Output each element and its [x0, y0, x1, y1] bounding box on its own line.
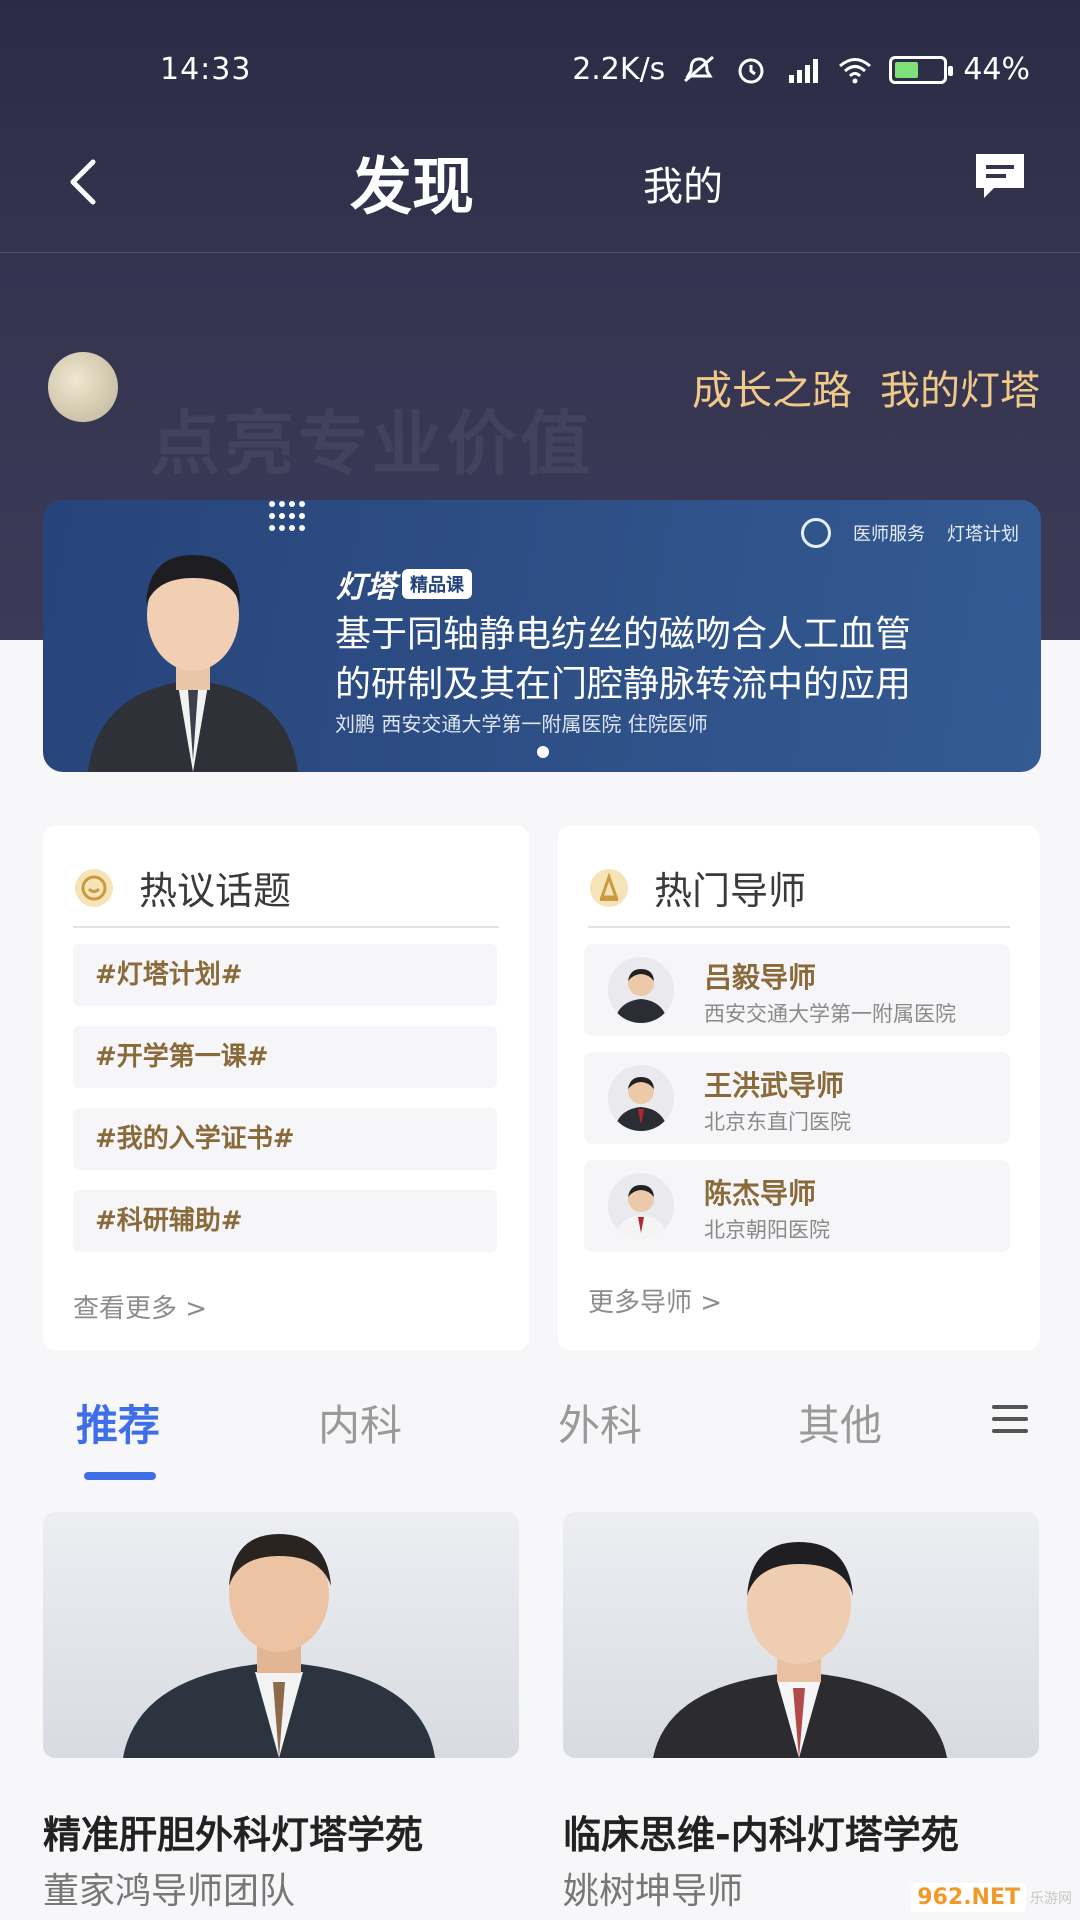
course-team: 姚树坤导师 — [563, 1871, 744, 1912]
network-speed: 2.2K/s — [572, 52, 666, 87]
lighthouse-plan-logo: 灯塔计划 — [947, 524, 1019, 545]
user-avatar[interactable] — [48, 352, 118, 422]
mentor-avatar — [608, 1065, 674, 1131]
doctor-service-logo: 医师服务 — [853, 524, 925, 545]
banner-title: 基于同轴静电纺丝的磁吻合人工血管 的研制及其在门腔静脉转流中的应用 — [335, 610, 1025, 710]
mentor-hospital: 北京朝阳医院 — [704, 1218, 830, 1242]
active-tab-indicator — [84, 1472, 156, 1480]
brand-tag: 精品课 — [402, 569, 472, 599]
brand-name: 灯塔 — [336, 570, 396, 605]
mentor-hospital: 西安交通大学第一附属医院 — [704, 1002, 956, 1026]
course-title: 精准肝胆外科灯塔学苑 — [43, 1813, 424, 1857]
hot-mentors-title: 热门导师 — [654, 869, 807, 913]
course-card[interactable]: 临床思维-内科灯塔学苑 姚树坤导师 — [563, 1512, 1039, 1920]
card-divider — [73, 926, 499, 928]
course-card[interactable]: 精准肝胆外科灯塔学苑 董家鸿导师团队 — [43, 1512, 519, 1920]
banner-title-line1: 基于同轴静电纺丝的磁吻合人工血管 — [335, 614, 912, 655]
topic-item[interactable]: #灯塔计划# — [73, 944, 497, 1006]
site-watermark-number: 962.NET — [911, 1883, 1026, 1912]
hot-topics-title: 热议话题 — [139, 869, 292, 913]
banner-logos: 医师服务 灯塔计划 — [801, 518, 1019, 548]
status-time: 14:33 — [160, 52, 252, 87]
hot-topics-header: 热议话题 — [73, 860, 291, 915]
tab-mine[interactable]: 我的 — [643, 154, 723, 212]
growth-path-link[interactable]: 成长之路 — [692, 358, 852, 416]
topic-item[interactable]: #开学第一课# — [73, 1026, 497, 1088]
category-tabs: 推荐 内科 外科 其他 — [0, 1380, 1080, 1490]
growth-links: 成长之路 我的灯塔 — [692, 358, 1040, 416]
lighthouse-brand: 灯塔 精品课 — [336, 562, 472, 606]
mute-icon — [684, 55, 715, 82]
battery-charging-icon — [889, 55, 954, 84]
mentor-name: 吕毅导师 — [704, 961, 817, 994]
banner-speaker: 刘鹏 西安交通大学第一附属医院 住院医师 — [335, 712, 708, 736]
hospital-logo-icon — [801, 518, 831, 548]
my-lighthouse-link[interactable]: 我的灯塔 — [880, 358, 1040, 416]
menu-icon[interactable] — [990, 1402, 1030, 1436]
tab-surgery[interactable]: 外科 — [558, 1392, 642, 1453]
course-banner[interactable]: 医师服务 灯塔计划 灯塔 精品课 基于同轴静电纺丝的磁吻合人工血管 的研制及其在… — [43, 500, 1041, 772]
course-cover-image — [43, 1512, 519, 1758]
more-topics-link[interactable]: 查看更多 > — [73, 1288, 207, 1325]
mentor-hospital: 北京东直门医院 — [704, 1110, 851, 1134]
back-icon[interactable] — [55, 152, 115, 212]
hd-signal-icon — [789, 58, 819, 83]
hot-mentors-header: 热门导师 — [588, 860, 806, 915]
banner-title-line2: 的研制及其在门腔静脉转流中的应用 — [335, 664, 912, 705]
hot-mentors-card: 热门导师 吕毅导师 西安交通大学第一附属医院 王洪武导师 北京东直门医院 陈杰导… — [558, 826, 1040, 1350]
course-team: 董家鸿导师团队 — [43, 1871, 296, 1912]
topic-item[interactable]: #我的入学证书# — [73, 1108, 497, 1170]
status-bar: 14:33 2.2K/s 44% — [0, 0, 1080, 130]
tab-discover[interactable]: 发现 — [350, 136, 474, 226]
mentor-item[interactable]: 王洪武导师 北京东直门医院 — [584, 1052, 1010, 1144]
status-icons: 2.2K/s 44% — [572, 52, 1030, 87]
wifi-icon — [839, 57, 872, 83]
mentor-avatar — [608, 1173, 674, 1239]
card-divider — [588, 926, 1010, 928]
mentor-name: 陈杰导师 — [704, 1177, 817, 1210]
speaker-photo — [88, 555, 298, 772]
topic-bubble-icon — [75, 868, 113, 907]
top-nav: 发现 我的 — [0, 130, 1080, 252]
course-cover-image — [563, 1512, 1039, 1758]
battery-percent: 44% — [963, 52, 1030, 87]
mentor-name: 王洪武导师 — [704, 1069, 845, 1102]
tab-internal-medicine[interactable]: 内科 — [318, 1392, 402, 1453]
course-title: 临床思维-内科灯塔学苑 — [563, 1813, 959, 1857]
hot-topics-card: 热议话题 #灯塔计划# #开学第一课# #我的入学证书# #科研辅助# 查看更多… — [43, 826, 529, 1350]
nav-divider — [0, 252, 1080, 253]
hero-watermark-text: 点亮专业价值 — [150, 403, 594, 485]
mentor-item[interactable]: 陈杰导师 北京朝阳医院 — [584, 1160, 1010, 1252]
site-watermark: 962.NET 乐游网 — [911, 1883, 1072, 1912]
alarm-icon — [738, 58, 764, 83]
topic-item[interactable]: #科研辅助# — [73, 1190, 497, 1252]
mentor-avatar — [608, 957, 674, 1023]
site-watermark-name: 乐游网 — [1030, 1890, 1072, 1907]
more-mentors-link[interactable]: 更多导师 > — [588, 1282, 722, 1319]
mentor-lamp-icon — [590, 868, 628, 907]
message-icon[interactable] — [972, 150, 1028, 206]
carousel-indicator — [537, 746, 549, 758]
mentor-item[interactable]: 吕毅导师 西安交通大学第一附属医院 — [584, 944, 1010, 1036]
tab-recommended[interactable]: 推荐 — [76, 1392, 160, 1453]
tab-other[interactable]: 其他 — [798, 1392, 882, 1453]
